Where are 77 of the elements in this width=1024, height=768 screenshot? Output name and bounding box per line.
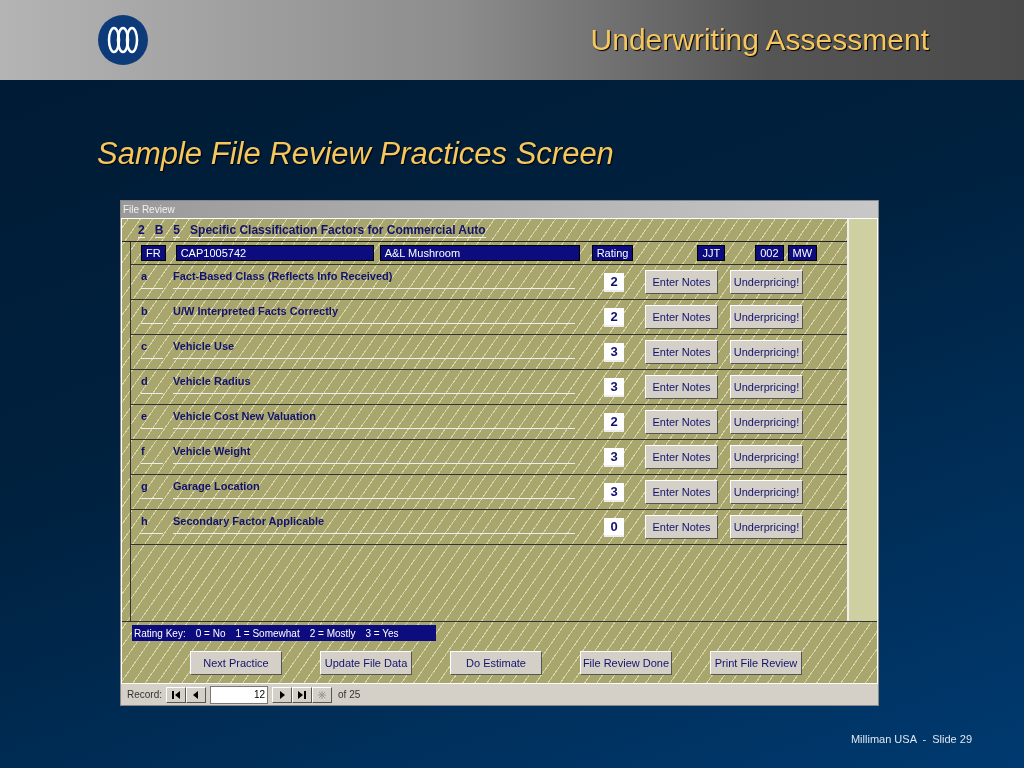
- enter-notes-button[interactable]: Enter Notes: [645, 445, 718, 469]
- nav-button[interactable]: [186, 686, 206, 703]
- section-code: 5: [173, 222, 181, 238]
- rating-field[interactable]: 3: [604, 447, 624, 467]
- factor-label: Fact-Based Class (Reflects Info Received): [173, 269, 575, 289]
- underpricing-button[interactable]: Underpricing!: [730, 270, 803, 294]
- nav-button[interactable]: [312, 686, 332, 703]
- underpricing-button[interactable]: Underpricing!: [730, 480, 803, 504]
- file-number-field: CAP1005742: [175, 245, 374, 261]
- factor-letter: e: [141, 409, 163, 429]
- factor-letter: h: [141, 514, 163, 534]
- section-title: Specific Classification Factors for Commercial Auto: [190, 222, 486, 238]
- slide-footer: Milliman USA - Slide 29: [850, 733, 972, 745]
- nav-button[interactable]: [166, 686, 186, 703]
- rating-key-text: 0 = No: [195, 627, 226, 639]
- factor-letter: g: [141, 479, 163, 499]
- underpricing-button[interactable]: Underpricing!: [730, 305, 803, 329]
- factor-label: Vehicle Use: [173, 339, 575, 359]
- first-record-icon: [170, 688, 182, 701]
- enter-notes-button[interactable]: Enter Notes: [645, 480, 718, 504]
- record-number-field[interactable]: 12: [210, 685, 268, 704]
- enter-notes-button[interactable]: Enter Notes: [645, 410, 718, 434]
- action-button[interactable]: Update File Data: [320, 651, 412, 675]
- rating-field[interactable]: 2: [604, 272, 624, 292]
- rating-field[interactable]: 3: [604, 482, 624, 502]
- action-button[interactable]: Next Practice: [190, 651, 282, 675]
- region-field: MW: [787, 245, 818, 261]
- underpricing-button[interactable]: Underpricing!: [730, 515, 803, 539]
- rating-key-text: 3 = Yes: [365, 627, 399, 639]
- enter-notes-button[interactable]: Enter Notes: [645, 340, 718, 364]
- rating-field[interactable]: 3: [604, 377, 624, 397]
- factor-letter: b: [141, 304, 163, 324]
- office-field: 002: [755, 245, 784, 261]
- factor-label: Garage Location: [173, 479, 575, 499]
- record-label: Record:: [127, 689, 162, 700]
- factor-label: Vehicle Radius: [173, 374, 575, 394]
- factor-letter: d: [141, 374, 163, 394]
- factor-letter: a: [141, 269, 163, 289]
- factor-label: Vehicle Cost New Valuation: [173, 409, 575, 429]
- enter-notes-button[interactable]: Enter Notes: [645, 515, 718, 539]
- underpricing-button[interactable]: Underpricing!: [730, 410, 803, 434]
- rating-key-text: Rating Key:: [134, 627, 186, 639]
- rating-field[interactable]: 0: [604, 517, 624, 537]
- enter-notes-button[interactable]: Enter Notes: [645, 375, 718, 399]
- nav-button[interactable]: [272, 686, 292, 703]
- section-code: B: [154, 222, 164, 238]
- rating-field[interactable]: 3: [604, 342, 624, 362]
- factor-label: Vehicle Weight: [173, 444, 575, 464]
- factor-letter: c: [141, 339, 163, 359]
- section-code: 2: [138, 222, 145, 238]
- underpricing-button[interactable]: Underpricing!: [730, 340, 803, 364]
- underpricing-button[interactable]: Underpricing!: [730, 445, 803, 469]
- rating-header: Rating: [591, 245, 634, 261]
- action-button[interactable]: Print File Review: [710, 651, 802, 675]
- nav-button[interactable]: [292, 686, 312, 703]
- slide-subtitle: Sample File Review Practices Screen: [97, 136, 615, 170]
- record-total: of 25: [338, 689, 361, 700]
- review-type: FR: [141, 245, 166, 261]
- enter-notes-button[interactable]: Enter Notes: [645, 305, 718, 329]
- action-button[interactable]: File Review Done: [580, 651, 672, 675]
- last-record-icon: [296, 688, 308, 701]
- new-record-icon: [316, 688, 328, 701]
- rating-key-text: 1 = Somewhat: [235, 627, 300, 639]
- insured-name-field: A&L Mushroom: [379, 245, 580, 261]
- rating-field[interactable]: 2: [604, 412, 624, 432]
- logo-icon: [98, 15, 148, 65]
- window-title: File Review: [121, 201, 878, 218]
- rating-field[interactable]: 2: [604, 307, 624, 327]
- factor-letter: f: [141, 444, 163, 464]
- slide-heading: Underwriting Assessment: [590, 23, 929, 57]
- rating-key-text: 2 = Mostly: [309, 627, 356, 639]
- factor-label: U/W Interpreted Facts Correctly: [173, 304, 575, 324]
- reviewer-field: JJT: [697, 245, 726, 261]
- enter-notes-button[interactable]: Enter Notes: [645, 270, 718, 294]
- action-button[interactable]: Do Estimate: [450, 651, 542, 675]
- underpricing-button[interactable]: Underpricing!: [730, 375, 803, 399]
- factor-label: Secondary Factor Applicable: [173, 514, 575, 534]
